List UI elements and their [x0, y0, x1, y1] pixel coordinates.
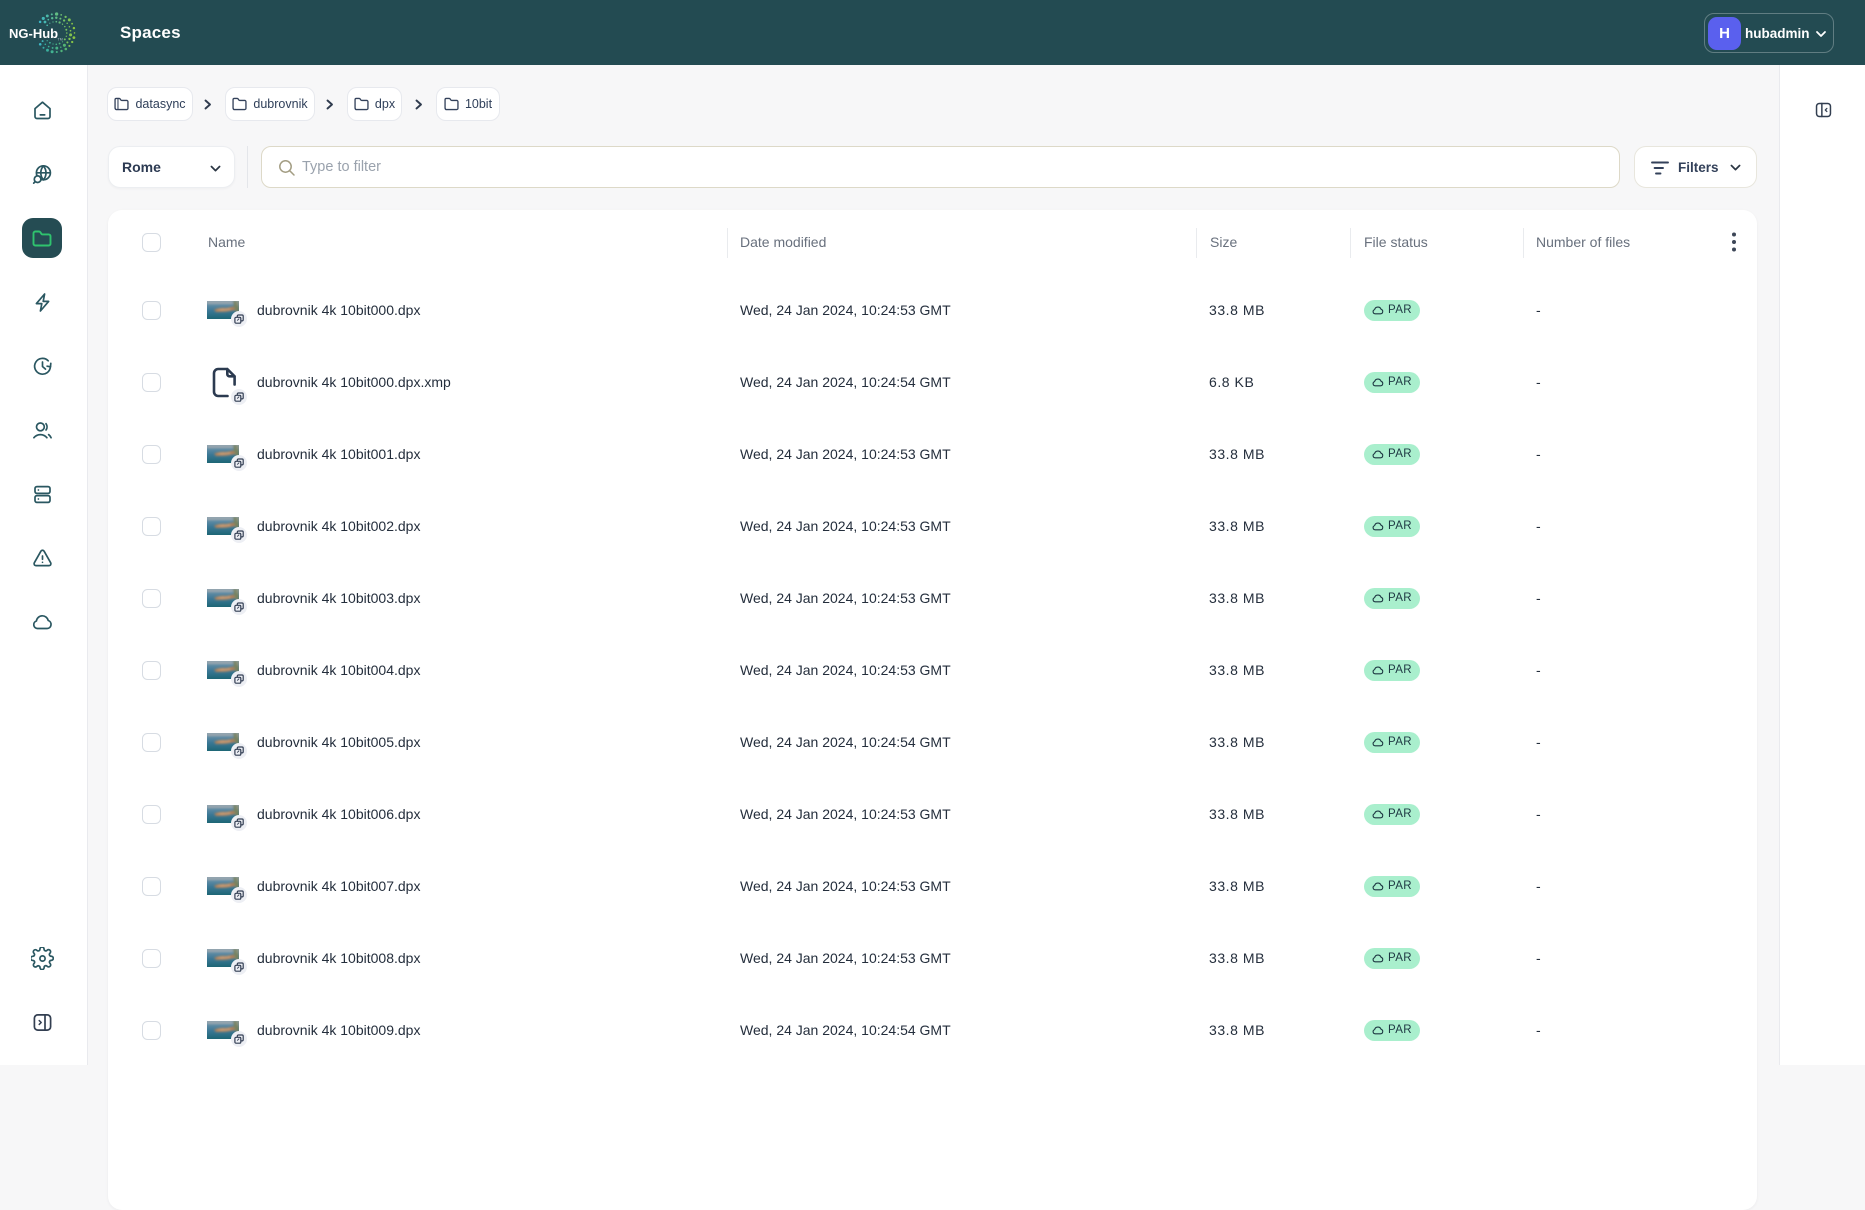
svg-text:NG-Hub: NG-Hub — [9, 26, 58, 41]
svg-text:TM: TM — [58, 38, 63, 42]
